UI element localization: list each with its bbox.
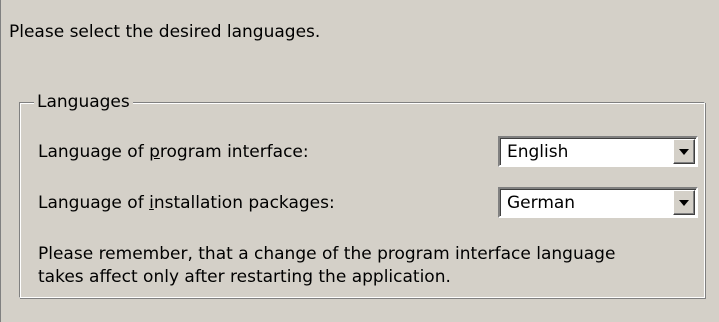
chevron-down-icon (679, 200, 689, 206)
installation-packages-language-dropdown[interactable]: German (498, 187, 698, 218)
instruction-text: Please select the desired languages. (9, 22, 321, 42)
installation-packages-language-value: German (507, 193, 576, 213)
restart-note: Please remember, that a change of the pr… (38, 243, 698, 289)
program-interface-language-value: English (507, 142, 569, 162)
restart-note-line-2: takes affect only after restarting the a… (38, 267, 451, 287)
program-interface-language-dropdown-button[interactable] (673, 139, 695, 164)
program-interface-language-label: Language of program interface: (38, 142, 309, 162)
languages-group-title: Languages (34, 91, 133, 113)
installation-packages-language-label: Language of installation packages: (38, 193, 335, 213)
languages-groupbox: Languages Language of program interface:… (19, 91, 705, 298)
installation-packages-language-dropdown-button[interactable] (673, 190, 695, 215)
access-key: p (149, 142, 160, 162)
program-interface-language-dropdown[interactable]: English (498, 136, 698, 167)
restart-note-line-1: Please remember, that a change of the pr… (38, 244, 616, 264)
language-settings-panel: Please select the desired languages. Lan… (0, 0, 719, 322)
chevron-down-icon (679, 149, 689, 155)
